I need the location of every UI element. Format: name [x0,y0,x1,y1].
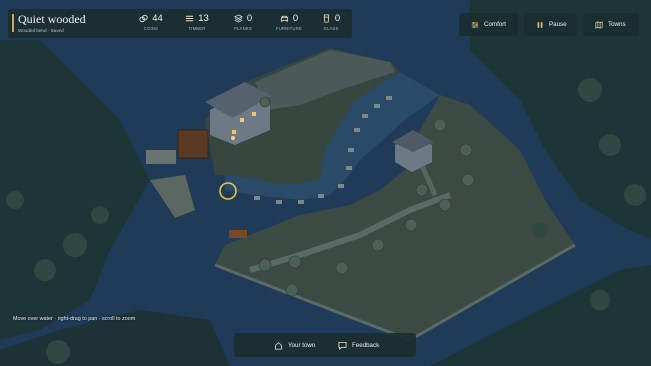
your-town-label: Your town [288,341,316,349]
town-name: Quiet wooded [18,12,86,26]
towns-button[interactable]: Towns [583,13,639,36]
chat-icon [338,341,347,350]
controls-hint: Move over water · right-drag to pan · sc… [13,316,136,322]
glass-label: GLASS [323,26,339,31]
bench [229,230,247,238]
town-subtitle: Wooded bend · Saved [18,28,64,33]
coins-label: COINS [143,26,159,31]
resource-planks: 0 PLANKS [221,12,265,36]
pier [146,150,176,164]
timber-icon [186,15,194,22]
planks-icon [233,14,243,23]
glass-icon [323,14,330,23]
map-icon [595,20,603,29]
furniture-value: 0 [292,13,299,24]
resource-furniture: 0 FURNITURE [267,12,311,36]
scaffolding [177,129,209,159]
pause-button[interactable]: Pause [524,13,577,36]
towns-label: Towns [608,21,626,28]
pause-icon [537,21,543,28]
window-lit [252,112,256,116]
lantern [231,136,235,140]
window-lit [232,130,236,134]
resource-glass: 0 GLASS [309,12,353,36]
comfort-label: Comfort [484,21,507,28]
home-icon [274,341,283,350]
accent-bar [12,14,14,32]
your-town-button[interactable]: Your town [274,333,315,357]
coins-value: 44 [152,13,163,24]
timber-value: 13 [198,13,209,24]
furniture-label: FURNITURE [276,26,302,31]
resource-timber: 13 TIMBER [175,12,219,36]
planks-label: PLANKS [234,26,252,31]
feedback-label: Feedback [352,341,380,349]
timber-label: TIMBER [188,26,206,31]
resource-coins: 44 COINS [129,12,173,36]
glass-value: 0 [334,13,341,24]
coins-icon [139,14,148,23]
bottom-bar: Your town Feedback [234,333,416,357]
game-map[interactable] [0,0,651,366]
feedback-button[interactable]: Feedback [338,333,379,357]
window-lit [240,118,244,122]
furniture-icon [280,15,288,23]
planks-value: 0 [246,13,253,24]
town-info-panel: Quiet wooded Wooded bend · Saved 44 COIN… [8,9,352,38]
pause-label: Pause [549,21,567,28]
comfort-button[interactable]: Comfort [459,13,518,36]
sliders-icon [471,21,479,28]
